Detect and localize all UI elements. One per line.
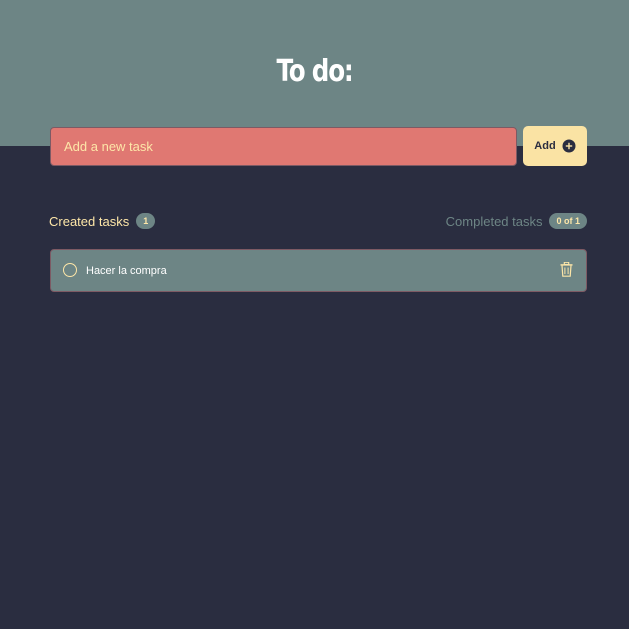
add-task-button[interactable]: Add	[523, 126, 587, 166]
created-tasks-label: Created tasks	[49, 213, 130, 229]
completed-tasks-label: Completed tasks	[445, 213, 543, 229]
circle-outline-icon[interactable]	[63, 263, 77, 277]
created-tasks-count-badge: 1	[136, 213, 156, 229]
add-button-label: Add	[534, 140, 556, 152]
plus-circle-icon	[562, 139, 576, 153]
task-text: Hacer la compra	[86, 265, 167, 277]
page-title: To do:	[276, 54, 354, 89]
task-item: Hacer la compra	[50, 249, 587, 292]
completed-tasks-count-badge: 0 of 1	[549, 213, 587, 229]
new-task-input[interactable]	[50, 127, 517, 166]
trash-icon[interactable]	[560, 261, 573, 277]
completed-tasks-summary: Completed tasks 0 of 1	[446, 213, 587, 229]
created-tasks-summary: Created tasks 1	[49, 213, 156, 229]
